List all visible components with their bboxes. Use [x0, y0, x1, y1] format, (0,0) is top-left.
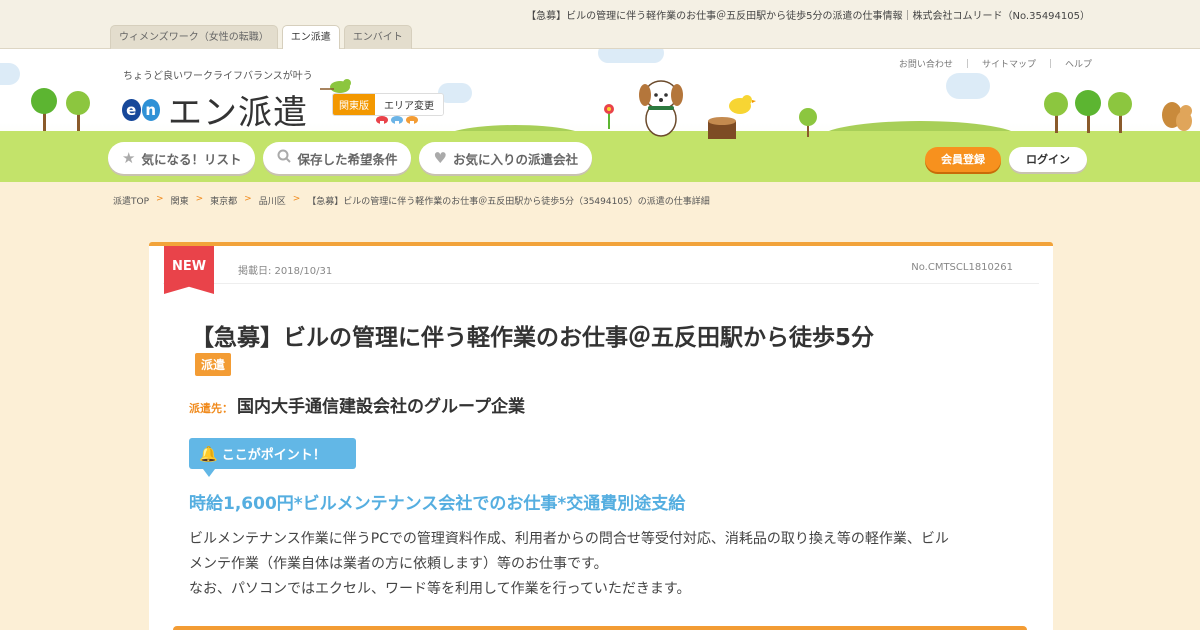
nav-label: お気に入りの派遣会社 — [452, 151, 578, 167]
squirrel-icon — [1162, 102, 1192, 131]
bell-icon: 🔔 — [199, 444, 218, 463]
new-badge: NEW — [164, 246, 214, 294]
tree-icon — [1044, 90, 1132, 133]
breadcrumb-separator: > — [292, 194, 301, 204]
job-number: No.CMTSCL1810261 — [911, 262, 1013, 273]
point-heading-label: ここがポイント！ — [221, 448, 326, 463]
cloud-decoration — [598, 49, 664, 63]
dog-mascot-icon — [639, 80, 683, 137]
employment-type-badge: 派遣 — [195, 353, 232, 376]
sitemap-link[interactable]: サイトマップ — [982, 57, 1036, 70]
area-selector: 関東版 エリア変更 — [332, 93, 444, 116]
util-separator: ｜ — [1045, 60, 1055, 70]
bird-icon — [729, 95, 756, 114]
dispatch-destination-value: 国内大手通信建設会社のグループ企業 — [237, 397, 525, 417]
tree-icon — [799, 108, 817, 137]
dispatch-destination-label: 派遣先： — [189, 402, 233, 415]
dispatch-destination: 派遣先： 国内大手通信建設会社のグループ企業 — [189, 392, 525, 417]
section-header-bar — [173, 626, 1027, 630]
breadcrumb-item[interactable]: 東京都 — [210, 194, 237, 207]
logo-mark-n: n — [141, 98, 160, 121]
flower-icon — [604, 104, 614, 129]
cloud-decoration — [946, 73, 990, 99]
post-date: 掲載日: 2018/10/31 — [238, 266, 333, 277]
nav-saved-conditions-button[interactable]: 保存した希望条件 — [263, 142, 412, 174]
logo-text: エン派遣 — [168, 93, 308, 133]
top-bar: 【急募】ビルの管理に伴う軽作業のお仕事＠五反田駅から徒歩5分の派遣の仕事情報｜株… — [0, 0, 1200, 50]
breadcrumb: 派遣TOP > 関東 > 東京都 > 品川区 > 【急募】ビルの管理に伴う軽作業… — [113, 194, 710, 207]
mushroom-icon — [376, 116, 418, 128]
cloud-decoration — [0, 63, 20, 85]
util-separator: ｜ — [962, 60, 972, 70]
breadcrumb-separator: > — [244, 194, 252, 204]
en-logo-icon: e n — [122, 98, 160, 121]
job-catchphrase: 時給1,600円*ビルメンテナンス会社でのお仕事*交通費別途支給 — [189, 494, 686, 514]
search-icon — [277, 149, 292, 167]
tree-icon — [31, 88, 90, 131]
logo-mark-e: e — [122, 98, 141, 121]
heart-icon: ♥ — [433, 149, 447, 167]
nav-favorite-agencies-button[interactable]: ♥ お気に入りの派遣会社 — [419, 142, 592, 174]
nav-label: 気になる！リスト — [141, 151, 242, 167]
job-card: 掲載日: 2018/10/31 No.CMTSCL1810261 NEW 【急募… — [149, 242, 1053, 630]
main-nav: ★ 気になる！リスト 保存した希望条件 ♥ お気に入りの派遣会社 — [108, 142, 592, 174]
breadcrumb-item[interactable]: 関東 — [171, 194, 189, 207]
breadcrumb-separator: > — [156, 194, 164, 204]
site-logo[interactable]: e n エン派遣 — [122, 85, 308, 134]
breadcrumb-separator: > — [195, 194, 204, 204]
help-link[interactable]: ヘルプ — [1065, 57, 1092, 70]
contact-link[interactable]: お問い合わせ — [899, 57, 953, 70]
site-tab-en-baito[interactable]: エンバイト — [343, 25, 412, 49]
site-tab-en-haken[interactable]: エン派遣 — [281, 25, 340, 50]
breadcrumb-item[interactable]: 派遣TOP — [113, 194, 149, 207]
utility-links: お問い合わせ ｜ サイトマップ ｜ ヘルプ — [899, 57, 1092, 70]
job-card-header: 掲載日: 2018/10/31 No.CMTSCL1810261 — [163, 246, 1039, 284]
register-button[interactable]: 会員登録 — [925, 147, 1001, 172]
point-heading: 🔔 ここがポイント！ — [189, 438, 356, 477]
member-actions: 会員登録 ログイン — [925, 147, 1087, 172]
login-button[interactable]: ログイン — [1009, 147, 1087, 172]
job-description: ビルメンテナンス作業に伴うPCでの管理資料作成、利用者からの問合せ等受付対応、消… — [189, 527, 1019, 602]
bird-icon — [320, 79, 351, 93]
job-title: 【急募】ビルの管理に伴う軽作業のお仕事＠五反田駅から徒歩5分 — [191, 325, 875, 351]
job-description-line: メンテ作業（作業自体は業者の方に依頼します）等のお仕事です。 — [189, 556, 608, 572]
site-tab-womens-work[interactable]: ウィメンズワーク（女性の転職） — [110, 25, 278, 49]
tagline: ちょうど良いワークライフバランスが叶う — [123, 71, 313, 82]
breadcrumb-current: 【急募】ビルの管理に伴う軽作業のお仕事＠五反田駅から徒歩5分（35494105）… — [307, 197, 710, 207]
page-title: 【急募】ビルの管理に伴う軽作業のお仕事＠五反田駅から徒歩5分の派遣の仕事情報｜株… — [526, 11, 1090, 22]
area-change-button[interactable]: エリア変更 — [375, 94, 443, 115]
header: ちょうど良いワークライフバランスが叶う e n エン派遣 関東版 エリア変更 お… — [0, 49, 1200, 182]
nav-watch-list-button[interactable]: ★ 気になる！リスト — [108, 142, 256, 174]
job-description-line: なお、パソコンではエクセル、ワード等を利用して作業を行っていただきます。 — [189, 581, 691, 597]
stump-icon — [708, 117, 736, 139]
job-description-line: ビルメンテナンス作業に伴うPCでの管理資料作成、利用者からの問合せ等受付対応、消… — [189, 531, 949, 547]
nav-label: 保存した希望条件 — [297, 151, 398, 167]
site-tabs: ウィメンズワーク（女性の転職） エン派遣 エンバイト — [110, 25, 412, 50]
area-region-label: 関東版 — [333, 94, 375, 115]
breadcrumb-item[interactable]: 品川区 — [259, 194, 286, 207]
star-icon: ★ — [122, 149, 136, 167]
